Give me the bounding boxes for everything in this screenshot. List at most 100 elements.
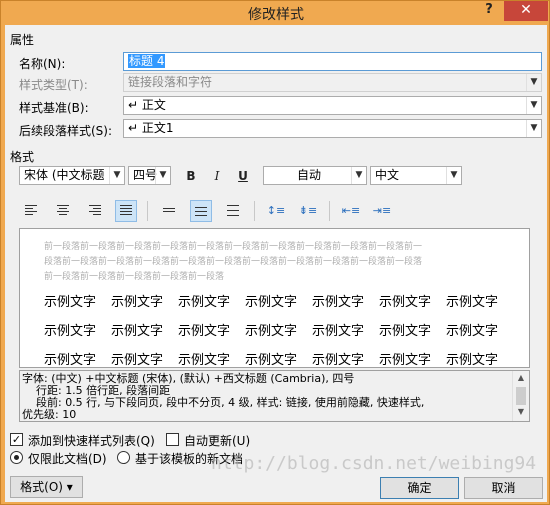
- single-spacing-button[interactable]: [158, 200, 180, 222]
- based-on-select[interactable]: ↵ 正文 ▼: [123, 96, 542, 115]
- one-half-spacing-button[interactable]: [190, 200, 212, 222]
- auto-update-label[interactable]: 自动更新(U): [184, 432, 250, 449]
- font-select[interactable]: 宋体 (中文标题 ▼: [19, 166, 125, 185]
- sample-text: 示例文字: [44, 295, 97, 310]
- only-this-document-label[interactable]: 仅限此文档(D): [28, 450, 107, 467]
- sample-text: 示例文字: [446, 324, 499, 339]
- next-style-label: 后续段落样式(S):: [19, 124, 113, 138]
- properties-section-label: 属性: [10, 33, 35, 47]
- sample-text: 示例文字: [111, 324, 164, 339]
- description-scrollbar[interactable]: ▲ ▼: [512, 371, 529, 421]
- font-color-select[interactable]: 自动 ▼: [263, 166, 367, 185]
- template-documents-radio[interactable]: [117, 451, 130, 464]
- size-value: 四号: [133, 168, 158, 182]
- description-line: 优先级: 10: [22, 408, 77, 421]
- sample-line: 示例文字 示例文字 示例文字 示例文字 示例文字 示例文字 示例文字: [44, 349, 513, 368]
- description-line: 段前: 0.5 行, 与下段同页, 段中不分页, 4 级, 样式: 链接, 使用…: [22, 396, 425, 409]
- sample-text: 示例文字: [379, 295, 432, 310]
- watermark: http://blog.csdn.net/weibing94: [211, 453, 537, 474]
- style-type-label: 样式类型(T):: [19, 78, 88, 92]
- space-before-decrease-button[interactable]: ⇟≡: [297, 200, 319, 222]
- sample-text: 示例文字: [446, 353, 499, 368]
- style-preview: 前一段落前一段落前一段落前一段落前一段落前一段落前一段落前一段落前一段落前一段落…: [19, 228, 530, 368]
- style-description: 字体: (中文) +中文标题 (宋体), (默认) +西文标题 (Cambria…: [19, 370, 530, 422]
- underline-button[interactable]: U: [232, 165, 254, 187]
- scroll-thumb[interactable]: [516, 387, 526, 405]
- sample-text: 示例文字: [245, 295, 298, 310]
- justify-button[interactable]: [115, 200, 137, 222]
- space-before-increase-button[interactable]: ↕≡: [265, 200, 287, 222]
- style-type-select: 链接段落和字符 ▼: [123, 73, 542, 92]
- align-center-icon: [57, 205, 69, 217]
- sample-text: 示例文字: [178, 353, 231, 368]
- toolbar-divider: [254, 201, 255, 221]
- sample-text: 示例文字: [312, 295, 365, 310]
- sample-text: 示例文字: [44, 353, 97, 368]
- name-input[interactable]: 标题 4: [123, 52, 542, 71]
- align-center-button[interactable]: [52, 200, 74, 222]
- based-on-label: 样式基准(B):: [19, 101, 89, 115]
- cancel-button[interactable]: 取消: [464, 477, 543, 499]
- dialog-title: 修改样式: [248, 7, 304, 23]
- close-button[interactable]: ✕: [504, 1, 548, 21]
- previous-paragraph-line: 前一段落前一段落前一段落前一段落前一段落: [44, 272, 225, 282]
- modify-style-dialog: 修改样式 ? ✕ 属性 名称(N): 标题 4 样式类型(T): 链接段落和字符…: [0, 0, 550, 505]
- dialog-body: 属性 名称(N): 标题 4 样式类型(T): 链接段落和字符 ▼ 样式基准(B…: [5, 25, 547, 502]
- previous-paragraph-line: 段落前一段落前一段落前一段落前一段落前一段落前一段落前一段落前一段落前一段落前一…: [44, 257, 423, 267]
- script-select[interactable]: 中文 ▼: [370, 166, 462, 185]
- sample-text: 示例文字: [178, 295, 231, 310]
- size-select[interactable]: 四号 ▼: [128, 166, 171, 185]
- next-style-select[interactable]: ↵ 正文1 ▼: [123, 119, 542, 138]
- sample-text: 示例文字: [379, 353, 432, 368]
- chevron-down-icon: ▼: [526, 97, 541, 114]
- title-bar: 修改样式 ? ✕: [1, 1, 550, 25]
- sample-text: 示例文字: [312, 324, 365, 339]
- chevron-down-icon: ▼: [351, 167, 366, 184]
- format-section-label: 格式: [10, 150, 35, 164]
- chevron-down-icon: ▼: [526, 74, 541, 91]
- auto-update-checkbox[interactable]: [166, 433, 179, 446]
- font-color-value: 自动: [296, 168, 321, 182]
- scroll-up-icon[interactable]: ▲: [513, 372, 529, 386]
- align-left-icon: [25, 205, 37, 217]
- sample-text: 示例文字: [379, 324, 432, 339]
- next-style-value: ↵ 正文1: [128, 121, 174, 135]
- align-left-button[interactable]: [20, 200, 42, 222]
- indent-icon: ⇥≡: [372, 204, 392, 217]
- sample-text: 示例文字: [111, 353, 164, 368]
- double-spacing-icon: [227, 205, 239, 218]
- sample-text: 示例文字: [312, 353, 365, 368]
- chevron-down-icon: ▼: [446, 167, 461, 184]
- italic-button[interactable]: I: [206, 165, 228, 187]
- font-value: 宋体 (中文标题: [24, 168, 105, 182]
- script-value: 中文: [375, 168, 400, 182]
- sample-text: 示例文字: [178, 324, 231, 339]
- ok-button[interactable]: 确定: [380, 477, 459, 499]
- sample-text: 示例文字: [446, 295, 499, 310]
- space-increase-icon: ↕≡: [266, 204, 286, 217]
- one-half-spacing-icon: [195, 207, 207, 218]
- align-right-button[interactable]: [84, 200, 106, 222]
- name-value: 标题 4: [128, 54, 166, 68]
- style-type-value: 链接段落和字符: [128, 75, 213, 89]
- sample-line: 示例文字 示例文字 示例文字 示例文字 示例文字 示例文字 示例文字: [44, 320, 513, 339]
- double-spacing-button[interactable]: [222, 200, 244, 222]
- only-this-document-radio[interactable]: [10, 451, 23, 464]
- previous-paragraph-line: 前一段落前一段落前一段落前一段落前一段落前一段落前一段落前一段落前一段落前一段落…: [44, 242, 423, 252]
- add-to-quick-styles-label[interactable]: 添加到快速样式列表(Q): [28, 432, 155, 449]
- sample-text: 示例文字: [111, 295, 164, 310]
- justify-icon: [120, 205, 132, 217]
- chevron-down-icon: ▼: [526, 120, 541, 137]
- based-on-value: ↵ 正文: [128, 98, 166, 112]
- chevron-down-icon: ▼: [155, 167, 170, 184]
- format-menu-button[interactable]: 格式(O) ▾: [10, 476, 83, 498]
- decrease-indent-button[interactable]: ⇤≡: [340, 200, 362, 222]
- add-to-quick-styles-checkbox[interactable]: ✓: [10, 433, 23, 446]
- increase-indent-button[interactable]: ⇥≡: [371, 200, 393, 222]
- toolbar-divider: [147, 201, 148, 221]
- sample-line: 示例文字 示例文字 示例文字 示例文字 示例文字 示例文字 示例文字: [44, 291, 513, 310]
- scroll-down-icon[interactable]: ▼: [513, 406, 529, 420]
- help-button[interactable]: ?: [477, 2, 501, 22]
- name-label: 名称(N):: [19, 57, 66, 71]
- bold-button[interactable]: B: [180, 165, 202, 187]
